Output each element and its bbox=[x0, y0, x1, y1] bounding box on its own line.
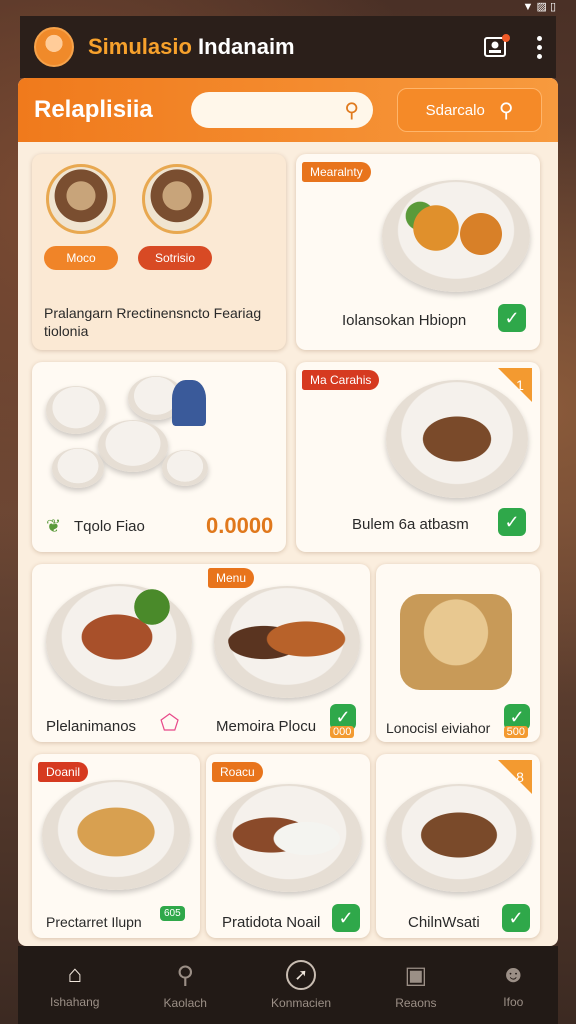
search-icon: ⚲ bbox=[498, 99, 514, 122]
status-icons: ▼ ▨ ▯ bbox=[522, 1, 556, 13]
menu-card[interactable]: Roacu Pratidota Noail ✓ bbox=[206, 754, 370, 938]
check-icon[interactable]: ✓ bbox=[332, 904, 360, 932]
check-icon[interactable]: ✓ bbox=[498, 304, 526, 332]
person-photo bbox=[46, 164, 116, 234]
status-bar: ▼ ▨ ▯ bbox=[0, 0, 576, 14]
app-bar: Simulasio Indanaim bbox=[20, 16, 556, 78]
card-price: 0.0000 bbox=[206, 513, 274, 538]
page-title: Relaplisiia bbox=[34, 96, 153, 123]
price-tag: 000 bbox=[330, 726, 355, 738]
card-badge: Roacu bbox=[212, 762, 263, 782]
card-label: Prectarret Ilupn bbox=[46, 914, 142, 930]
card-corner-number: 8 bbox=[498, 760, 532, 794]
nav-item-search[interactable]: ⚲ Kaolach bbox=[164, 961, 207, 1010]
food-image bbox=[400, 594, 512, 690]
card-caption: Pralangarn Rrectinensncto Feariag tiolon… bbox=[44, 305, 262, 339]
nav-item-profile[interactable]: ☻ Ifoo bbox=[501, 961, 526, 1009]
app-title-rest: Indanaim bbox=[198, 34, 295, 59]
card-badge: Doanil bbox=[38, 762, 89, 782]
pill-button-right[interactable]: Sotrisio bbox=[138, 246, 212, 270]
nav-item-orders[interactable]: ▣ Reaons bbox=[395, 961, 436, 1010]
card-label: ChilnWsati bbox=[408, 914, 480, 931]
compass-icon: ➚ bbox=[286, 960, 317, 990]
nav-label: Reaons bbox=[395, 995, 437, 1010]
search-icon: ⚲ bbox=[176, 961, 195, 989]
app-logo bbox=[34, 27, 74, 67]
card-label: Pratidota Noail bbox=[222, 914, 321, 931]
card-label: Lonocisl eiviahor bbox=[386, 720, 491, 736]
more-vert-icon[interactable] bbox=[537, 35, 542, 59]
bottom-nav: ⌂ Ishahang ⚲ Kaolach ➚ Konmacien ▣ Reaon… bbox=[18, 946, 558, 1024]
card-badge: Mearalnty bbox=[302, 162, 371, 182]
check-icon[interactable]: ✓ bbox=[498, 508, 526, 536]
card-label: Iolansokan Hbiopn bbox=[342, 312, 467, 329]
app-title: Simulasio Indanaim bbox=[88, 34, 295, 60]
menu-card-promo[interactable]: Moco Sotrisio Pralangarn Rrectinensncto … bbox=[32, 154, 286, 350]
menu-card[interactable]: Doanil Prectarret Ilupn 605 bbox=[32, 754, 200, 938]
card-label: Memoira Plocu bbox=[216, 718, 317, 735]
nav-item-explore[interactable]: ➚ Konmacien bbox=[271, 960, 331, 1010]
price-tag: 500 bbox=[503, 726, 528, 738]
leaf-icon: ❦ bbox=[46, 516, 62, 536]
page-header: Relaplisiia ⚲ Sdarcalo ⚲ bbox=[18, 78, 558, 142]
nav-item-home[interactable]: ⌂ Ishahang bbox=[50, 961, 99, 1009]
nav-label: Ifoo bbox=[503, 995, 524, 1009]
card-label: Tqolo Fiao bbox=[74, 518, 145, 535]
card-label: Plelanimanos bbox=[46, 718, 137, 735]
search-input[interactable]: ⚲ bbox=[191, 92, 374, 128]
menu-card[interactable]: Ma Carahis 1 Bulem 6a atbasm ✓ bbox=[296, 362, 540, 552]
bag-icon: ▣ bbox=[404, 961, 428, 989]
card-badge: Ma Carahis bbox=[302, 370, 380, 390]
nav-label: Konmacien bbox=[271, 996, 332, 1010]
nav-label: Ishahang bbox=[50, 995, 100, 1009]
card-label: Bulem 6a atbasm bbox=[352, 516, 469, 533]
menu-card[interactable]: 8 ChilnWsati ✓ bbox=[376, 754, 540, 938]
nav-label: Kaolach bbox=[163, 995, 207, 1010]
profile-card-icon[interactable] bbox=[481, 30, 511, 64]
main-panel: Relaplisiia ⚲ Sdarcalo ⚲ Moco Sotrisio P… bbox=[18, 78, 558, 946]
menu-card[interactable]: Mearalnty Iolansokan Hbiopn ✓ bbox=[296, 154, 540, 350]
search-button[interactable]: Sdarcalo ⚲ bbox=[397, 88, 542, 132]
menu-card[interactable]: ❦ Tqolo Fiao 0.0000 bbox=[32, 362, 286, 552]
pill-button-left[interactable]: Moco bbox=[44, 246, 118, 270]
search-icon: ⚲ bbox=[344, 99, 360, 122]
home-icon: ⌂ bbox=[67, 961, 82, 988]
menu-card[interactable]: Menu Plelanimanos ⬠ Memoira Plocu ✓ 000 bbox=[32, 564, 370, 742]
profile-icon: ☻ bbox=[500, 961, 526, 988]
search-button-label: Sdarcalo bbox=[425, 101, 485, 119]
person-figure bbox=[172, 380, 206, 426]
app-title-accent: Simulasio bbox=[88, 34, 192, 59]
tag-icon: ⬠ bbox=[160, 710, 180, 735]
price-tag: 605 bbox=[160, 906, 185, 921]
check-icon[interactable]: ✓ bbox=[502, 904, 530, 932]
card-badge: Menu bbox=[208, 568, 255, 588]
menu-card[interactable]: Lonocisl eiviahor ✓ 500 bbox=[376, 564, 540, 742]
person-photo bbox=[142, 164, 212, 234]
